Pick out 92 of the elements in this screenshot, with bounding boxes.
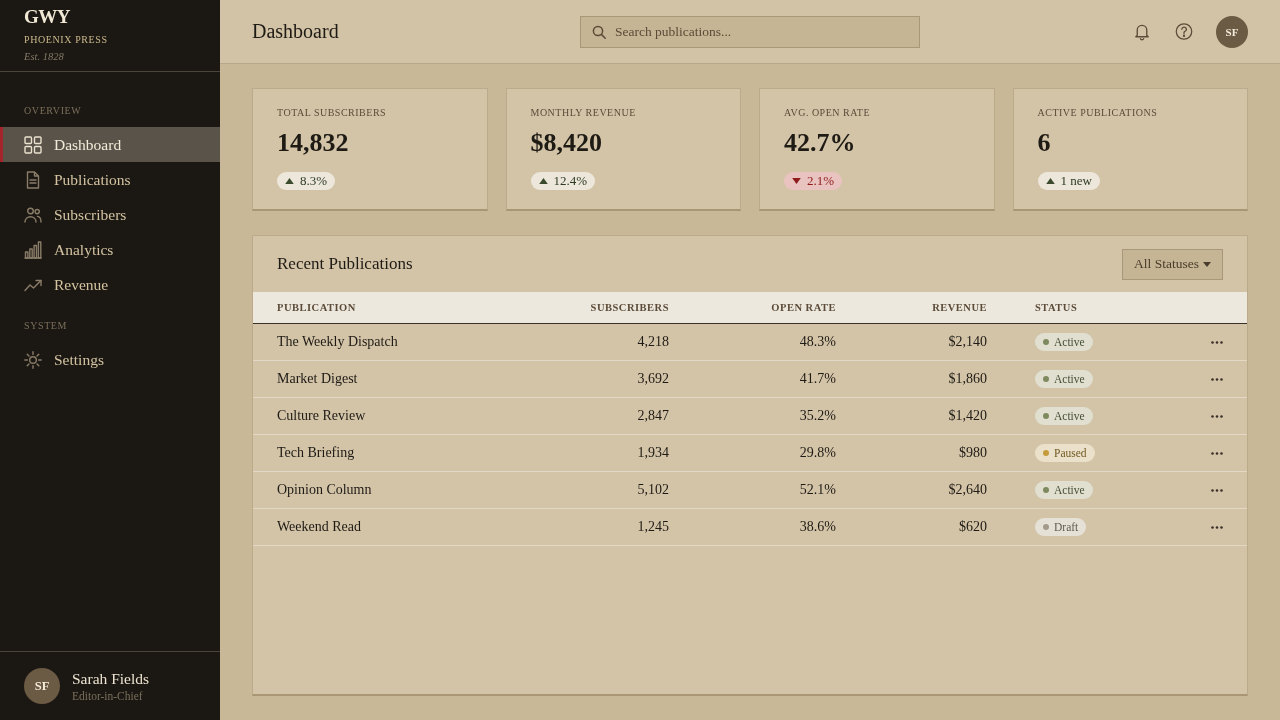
- nav-item[interactable]: Settings: [0, 342, 220, 377]
- arrow-up-icon: [538, 178, 548, 184]
- status-text: Paused: [1054, 447, 1087, 459]
- more-icon: [1211, 414, 1223, 418]
- brand-name: PHOENIX PRESS: [24, 33, 108, 47]
- stat-value: $8,420: [530, 127, 602, 159]
- arrow-up-icon: [285, 178, 294, 184]
- nav-item[interactable]: Subscribers: [0, 197, 220, 232]
- status-filter[interactable]: All Statuses: [1122, 248, 1223, 280]
- user-avatar[interactable]: SF: [1216, 15, 1248, 48]
- nav-item[interactable]: Revenue: [0, 267, 220, 302]
- stat-label: MONTHLY REVENUE: [530, 106, 636, 120]
- nav-item[interactable]: Analytics: [0, 232, 220, 267]
- table-cell: 41.7%: [799, 371, 836, 387]
- table-cell: 48.3%: [799, 334, 836, 350]
- table-cell: 2,847: [637, 408, 669, 424]
- nav-item[interactable]: Dashboard: [0, 127, 220, 162]
- table-cell: Market Digest: [277, 371, 358, 387]
- stat-value: 42.7%: [784, 127, 856, 159]
- stat-label: ACTIVE PUBLICATIONS: [1037, 106, 1158, 120]
- user-role: Editor-in-Chief: [72, 688, 143, 704]
- section-label: SYSTEM: [24, 319, 68, 333]
- settings-icon: [24, 350, 42, 369]
- document-icon: [24, 170, 42, 189]
- status-text: Draft: [1054, 521, 1079, 533]
- stat-value: 6: [1037, 127, 1051, 159]
- status-text: Active: [1054, 484, 1085, 496]
- table-cell: 4,218: [637, 334, 669, 350]
- table-cell: $2,140: [948, 334, 987, 350]
- grid-icon: [24, 135, 42, 154]
- more-icon: [1211, 525, 1223, 529]
- people-icon: [24, 205, 42, 224]
- table-cell: Tech Briefing: [277, 445, 355, 461]
- table-cell: $1,860: [948, 371, 987, 387]
- table-cell: 3,692: [637, 371, 669, 387]
- section-label: OVERVIEW: [24, 104, 82, 118]
- nav-item[interactable]: Publications: [0, 162, 220, 197]
- trend-text: 8.3%: [300, 173, 328, 189]
- search-icon: [592, 24, 606, 39]
- table-cell: $980: [959, 445, 987, 461]
- status-text: Active: [1054, 410, 1085, 422]
- arrow-up-icon: [1045, 178, 1055, 184]
- table-cell: 29.8%: [799, 445, 836, 461]
- trend-text: 12.4%: [553, 173, 588, 189]
- row-actions-button[interactable]: [1211, 377, 1223, 381]
- row-actions-button[interactable]: [1211, 414, 1223, 418]
- table-cell: 35.2%: [799, 408, 836, 424]
- column-header: SUBSCRIBERS: [590, 302, 669, 313]
- table-cell: Culture Review: [277, 408, 366, 424]
- user-avatar: SF: [24, 668, 60, 704]
- more-icon: [1211, 488, 1223, 492]
- search-field[interactable]: Search publications...: [580, 15, 920, 48]
- table-cell: Opinion Column: [277, 482, 372, 498]
- help-button[interactable]: [1174, 21, 1194, 42]
- row-actions-button[interactable]: [1211, 525, 1223, 529]
- tagline: Est. 1828: [24, 50, 64, 64]
- column-header: REVENUE: [932, 302, 987, 313]
- table-cell: $620: [959, 519, 987, 535]
- page-title: Dashboard: [252, 20, 339, 43]
- table-cell: The Weekly Dispatch: [277, 334, 398, 350]
- table-cell: $1,420: [948, 408, 987, 424]
- arrow-down-icon: [792, 178, 801, 184]
- status-text: Active: [1054, 336, 1085, 348]
- table-cell: 1,245: [637, 519, 669, 535]
- help-icon: [1175, 22, 1193, 41]
- stat-label: AVG. OPEN RATE: [784, 106, 870, 120]
- column-header: PUBLICATION: [277, 302, 356, 313]
- row-actions-button[interactable]: [1211, 451, 1223, 455]
- table-cell: 1,934: [637, 445, 669, 461]
- bell-icon: [1133, 22, 1151, 41]
- row-actions-button[interactable]: [1211, 488, 1223, 492]
- more-icon: [1211, 340, 1223, 344]
- stat-value: 14,832: [277, 127, 349, 159]
- caret-icon: [1203, 261, 1211, 267]
- table-cell: 5,102: [637, 482, 669, 498]
- column-header: STATUS: [1035, 302, 1078, 313]
- panel-title: Recent Publications: [277, 254, 413, 274]
- trend-text: 2.1%: [807, 173, 835, 189]
- bar-chart-icon: [24, 240, 42, 259]
- status-text: Active: [1054, 373, 1085, 385]
- logo: GWY: [24, 6, 70, 28]
- stat-label: TOTAL SUBSCRIBERS: [277, 106, 387, 120]
- table-cell: 38.6%: [799, 519, 836, 535]
- column-header: OPEN RATE: [771, 302, 836, 313]
- more-icon: [1211, 377, 1223, 381]
- user-name: Sarah Fields: [72, 668, 150, 688]
- more-icon: [1211, 451, 1223, 455]
- row-actions-button[interactable]: [1211, 340, 1223, 344]
- trend-text: 1 new: [1060, 173, 1092, 189]
- table-cell: 52.1%: [799, 482, 836, 498]
- table-cell: Weekend Read: [277, 519, 361, 535]
- table-cell: $2,640: [948, 482, 987, 498]
